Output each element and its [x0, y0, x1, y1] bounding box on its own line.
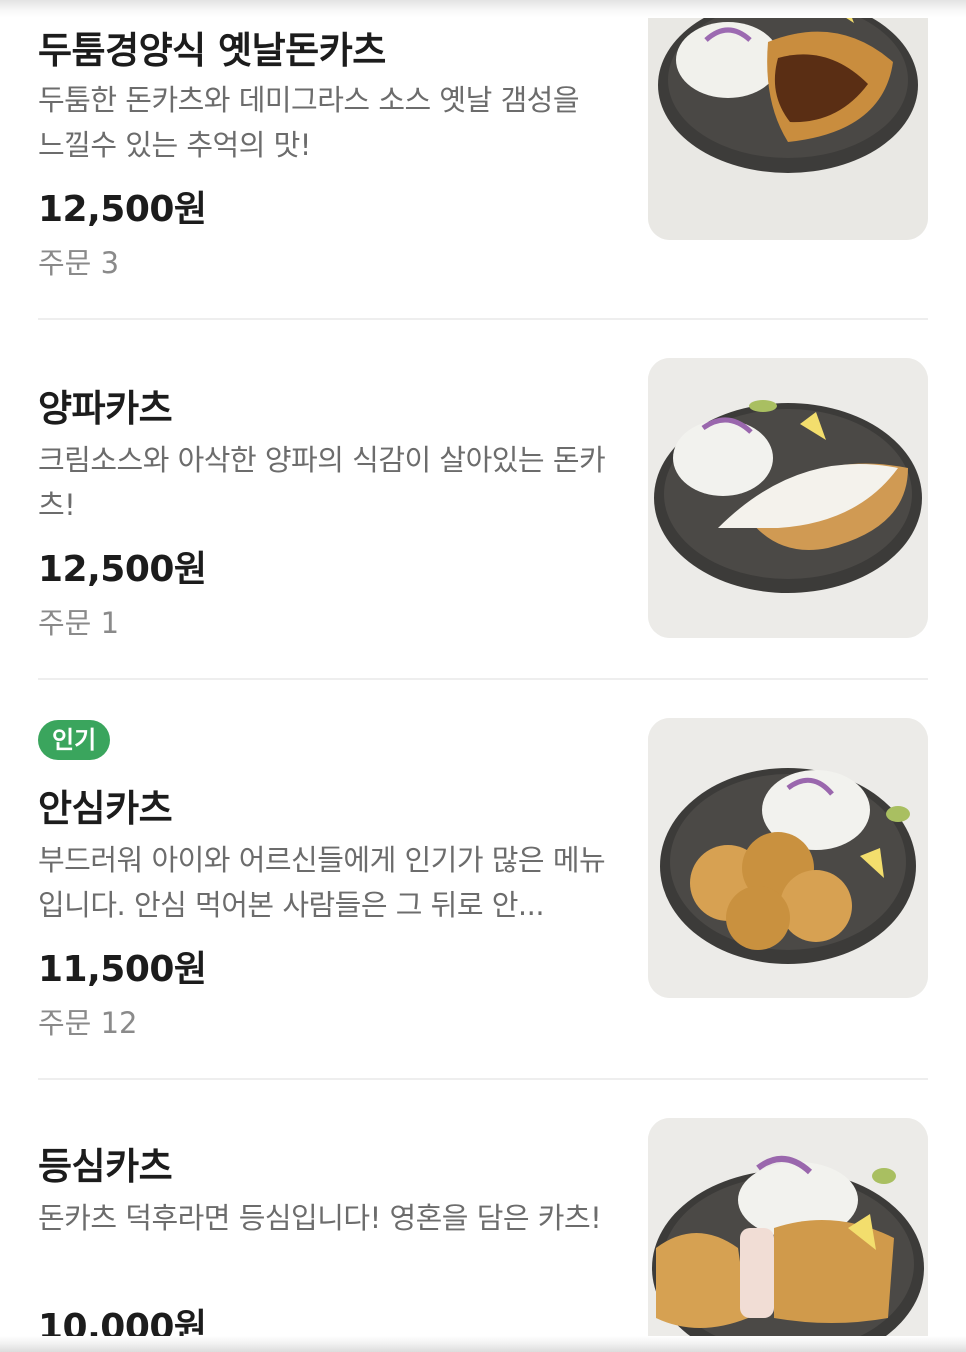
menu-item-description: 부드러워 아이와 어르신들에게 인기가 많은 메뉴입니다. 안심 먹어본 사람들… — [38, 843, 606, 922]
menu-item-name: 양파카츠 — [38, 387, 173, 430]
menu-item-order-count: 주문 1 — [38, 606, 120, 640]
dish-photo-icon[interactable] — [648, 1118, 928, 1352]
menu-item-price: 12,500원 — [38, 189, 207, 230]
menu-item-order-count: 주문 3 — [38, 246, 120, 280]
menu-divider — [38, 678, 928, 680]
menu-item-sirloin-katsu[interactable]: 등심카츠 돈카츠 덕후라면 등심입니다! 영혼을 담은 카츠! 10,000원 — [38, 1118, 928, 1352]
menu-item-description: 두툼한 돈카츠와 데미그라스 소스 옛날 갬성을 느낄수 있는 추억의 맛! — [38, 83, 580, 162]
menu-divider — [38, 318, 928, 320]
menu-item-order-count: 주문 12 — [38, 1006, 138, 1040]
dish-photo-icon[interactable] — [648, 718, 928, 998]
menu-item-old-style-donkatsu[interactable]: 두툼경양식 옛날돈카츠 두툼한 돈카츠와 데미그라스 소스 옛날 갬성을 느낄수… — [38, 0, 928, 310]
menu-item-name: 안심카츠 — [38, 787, 173, 830]
top-edge-shadow — [0, 0, 966, 18]
menu-item-description: 돈카츠 덕후라면 등심입니다! 영혼을 담은 카츠! — [38, 1201, 602, 1235]
menu-item-description: 크림소스와 아삭한 양파의 식감이 살아있는 돈카츠! — [38, 443, 606, 522]
dish-photo-icon[interactable] — [648, 358, 928, 638]
menu-item-name: 등심카츠 — [38, 1145, 173, 1188]
menu-list-page: 두툼경양식 옛날돈카츠 두툼한 돈카츠와 데미그라스 소스 옛날 갬성을 느낄수… — [0, 0, 966, 1352]
menu-item-price: 11,500원 — [38, 949, 207, 990]
dish-photo-icon[interactable] — [648, 0, 928, 240]
menu-item-onion-katsu[interactable]: 양파카츠 크림소스와 아삭한 양파의 식감이 살아있는 돈카츠! 12,500원… — [38, 358, 928, 648]
bottom-edge-shadow — [0, 1336, 966, 1352]
menu-divider — [38, 1078, 928, 1080]
menu-item-price: 12,500원 — [38, 549, 207, 590]
menu-item-tenderloin-katsu[interactable]: 인기 안심카츠 부드러워 아이와 어르신들에게 인기가 많은 메뉴입니다. 안심… — [38, 718, 928, 1040]
menu-item-name: 두툼경양식 옛날돈카츠 — [38, 29, 386, 72]
popular-badge: 인기 — [38, 720, 111, 760]
